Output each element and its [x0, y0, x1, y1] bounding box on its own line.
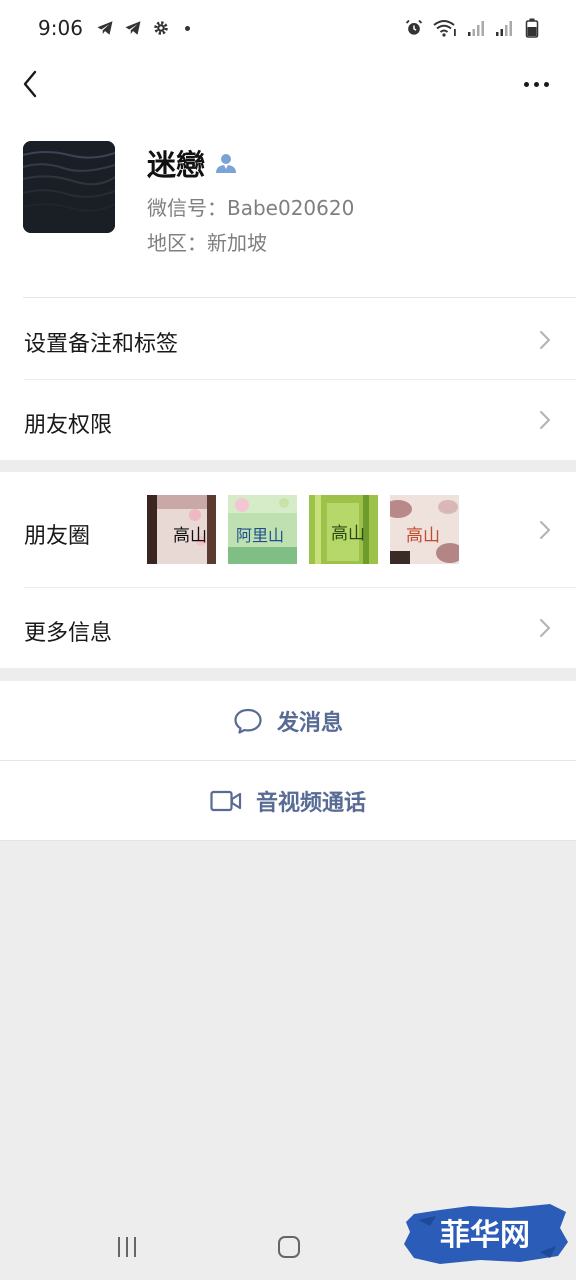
back-button[interactable]: [14, 68, 46, 100]
person-icon: [216, 154, 237, 173]
video-camera-icon: [210, 790, 242, 812]
moments-thumbnails: 高山 阿里山 高山 高山: [147, 495, 459, 564]
friend-permissions-label: 朋友权限: [24, 413, 113, 438]
wifi-icon: [432, 18, 458, 38]
thumbnail-caption: 阿里山: [236, 526, 284, 545]
send-message-label: 发消息: [276, 711, 343, 736]
more-icon-dot: [533, 81, 539, 87]
thumbnail-caption: 高山: [173, 526, 207, 546]
region: 地区：新加坡: [147, 231, 267, 255]
status-bar: 9:06: [0, 0, 576, 56]
moments-thumbnail[interactable]: 高山: [390, 495, 459, 564]
chevron-right-icon: [540, 619, 550, 637]
more-button[interactable]: [518, 68, 554, 100]
profile-name: 迷戀: [147, 148, 206, 182]
gear-icon: [151, 18, 171, 38]
avatar[interactable]: [23, 141, 115, 233]
divider: [0, 840, 576, 841]
chevron-right-icon: [540, 521, 550, 539]
more-icon-dot: [523, 81, 529, 87]
friend-permissions-cell[interactable]: 朋友权限: [0, 380, 576, 460]
status-right: [404, 18, 542, 38]
remark-tags-cell[interactable]: 设置备注和标签: [0, 298, 576, 380]
profile-header: 迷戀 微信号：Babe020620 地区：新加坡: [0, 112, 576, 298]
recents-button[interactable]: [118, 1237, 136, 1257]
more-info-cell[interactable]: 更多信息: [0, 588, 576, 668]
send-message-button[interactable]: 发消息: [0, 681, 576, 761]
moments-thumbnail[interactable]: 高山: [309, 495, 378, 564]
moments-cell[interactable]: 朋友圈 高山 阿里山 高山 高山: [0, 472, 576, 588]
home-button[interactable]: [278, 1236, 300, 1258]
wechat-id: 微信号：Babe020620: [147, 196, 355, 220]
status-left: 9:06: [38, 16, 190, 40]
battery-icon: [522, 18, 542, 38]
telegram-icon: [123, 18, 143, 38]
alarm-icon: [404, 18, 424, 38]
more-info-label: 更多信息: [24, 621, 113, 646]
remark-tags-label: 设置备注和标签: [24, 332, 179, 357]
moments-label: 朋友圈: [24, 524, 91, 549]
status-time: 9:06: [38, 16, 83, 40]
moments-thumbnail[interactable]: 阿里山: [228, 495, 297, 564]
watermark-text: 菲华网: [440, 1218, 530, 1253]
thumbnail-caption: 高山: [406, 526, 440, 546]
watermark-logo: 菲华网: [400, 1198, 570, 1270]
telegram-icon: [95, 18, 115, 38]
avatar-image: [23, 141, 115, 233]
chevron-right-icon: [540, 331, 550, 349]
profile-name-row: 迷戀: [147, 142, 237, 184]
video-call-button[interactable]: 音视频通话: [0, 761, 576, 841]
chevron-left-icon: [23, 70, 37, 98]
chat-bubble-icon: [234, 708, 262, 734]
signal-icon: [466, 18, 486, 38]
chevron-right-icon: [540, 411, 550, 429]
notification-dot-icon: [184, 25, 190, 31]
thumbnail-caption: 高山: [331, 524, 365, 544]
signal-icon: [494, 18, 514, 38]
video-call-label: 音视频通话: [255, 791, 366, 816]
more-icon-dot: [543, 81, 549, 87]
nav-bar: [0, 56, 576, 112]
moments-thumbnail[interactable]: 高山: [147, 495, 216, 564]
